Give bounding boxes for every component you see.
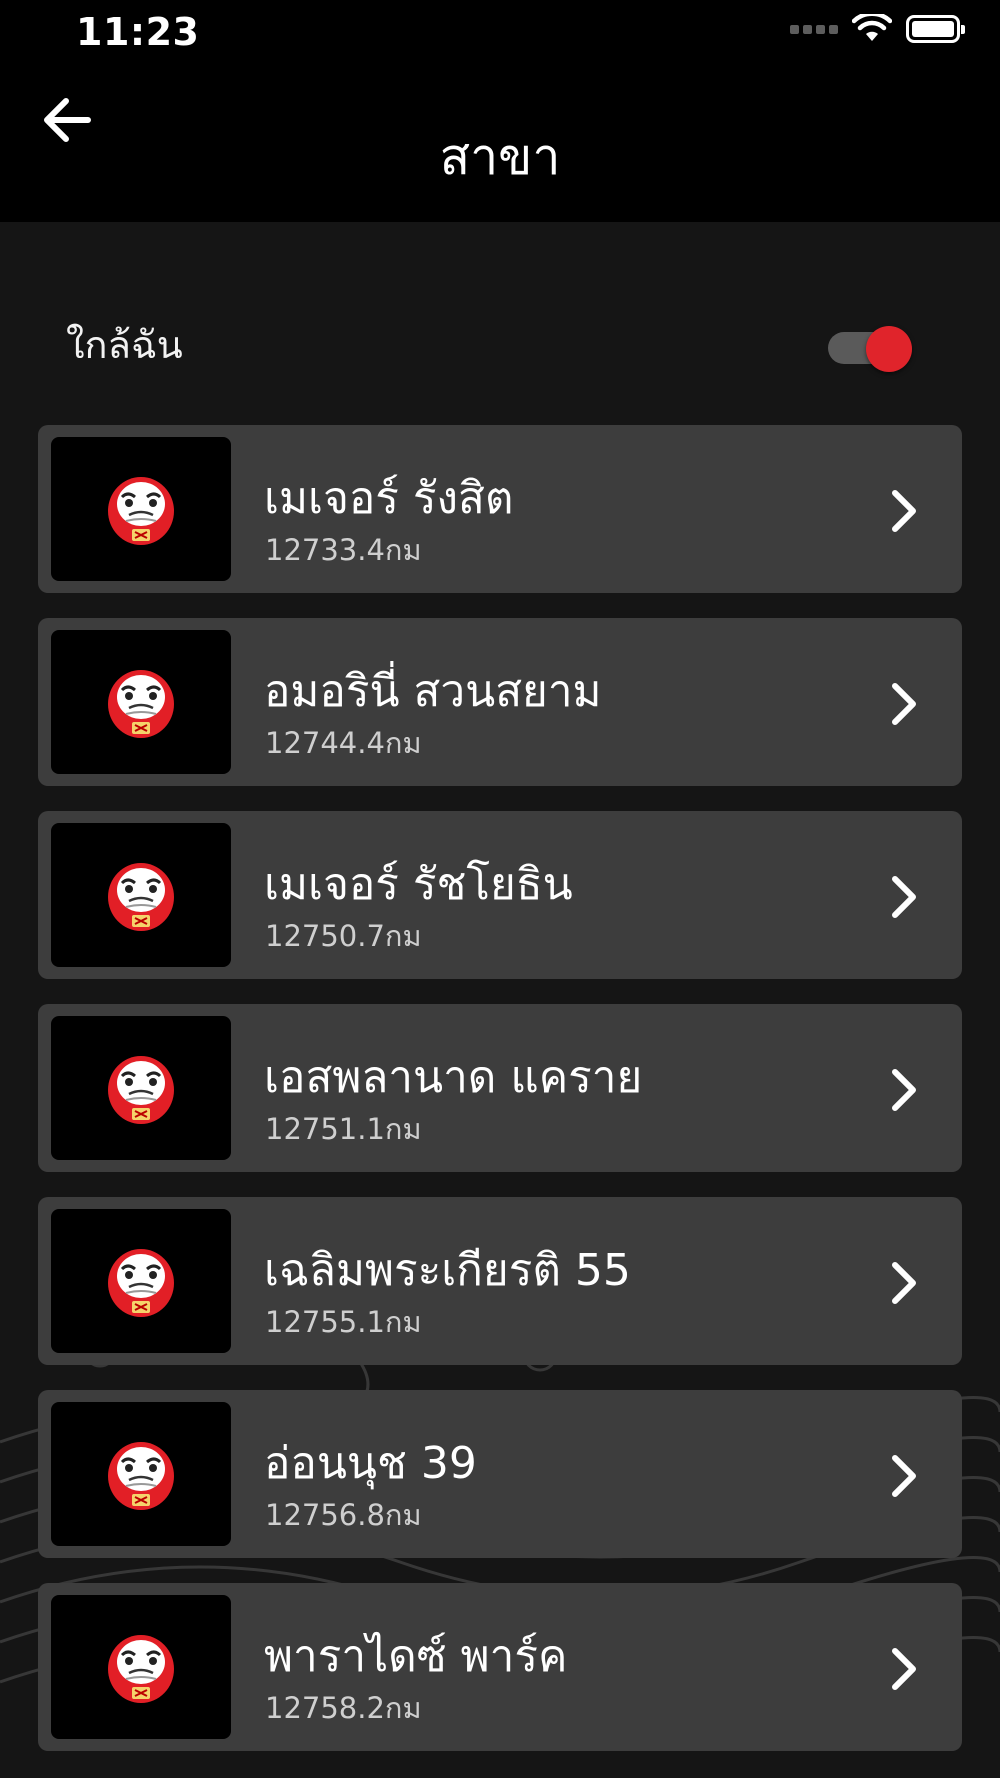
branch-thumbnail xyxy=(51,630,231,774)
chevron-right-icon xyxy=(892,876,916,918)
branch-list-item[interactable]: พาราไดซ์ พาร์ค 12758.2กม xyxy=(38,1583,962,1751)
branch-name: พาราไดซ์ พาร์ค xyxy=(264,1631,568,1682)
branch-name: เมเจอร์ รัชโยธิน xyxy=(264,859,573,910)
daruma-logo-icon xyxy=(108,863,174,931)
branch-list-item[interactable]: อ่อนนุช 39 12756.8กม xyxy=(38,1390,962,1558)
branch-thumbnail xyxy=(51,1595,231,1739)
branch-list-item[interactable]: เอสพลานาด แคราย 12751.1กม xyxy=(38,1004,962,1172)
near-me-row: ใกล้ฉัน xyxy=(0,292,1000,392)
chevron-right-icon xyxy=(892,490,916,532)
branch-name: เฉลิมพระเกียรติ 55 xyxy=(264,1245,631,1296)
daruma-logo-icon xyxy=(108,1056,174,1124)
near-me-label: ใกล้ฉัน xyxy=(66,323,183,367)
branch-list: เมเจอร์ รังสิต 12733.4กม อมอรินี่ สวนสยา… xyxy=(38,425,962,1776)
branch-thumbnail xyxy=(51,1402,231,1546)
chevron-right-icon xyxy=(892,683,916,725)
branch-list-item[interactable]: เมเจอร์ รังสิต 12733.4กม xyxy=(38,425,962,593)
branch-name: อ่อนนุช 39 xyxy=(264,1438,477,1489)
branch-distance: 12755.1กม xyxy=(265,1305,422,1339)
chevron-right-icon xyxy=(892,1455,916,1497)
daruma-logo-icon xyxy=(108,1635,174,1703)
daruma-logo-icon xyxy=(108,477,174,545)
chevron-right-icon xyxy=(892,1262,916,1304)
content-area[interactable]: ใกล้ฉัน เมเจอร์ รังสิต 12733.4กม อมอรินี… xyxy=(0,222,1000,1778)
status-bar: 11:23 xyxy=(0,0,1000,70)
daruma-logo-icon xyxy=(108,1249,174,1317)
status-time: 11:23 xyxy=(76,10,200,54)
chevron-right-icon xyxy=(892,1069,916,1111)
branch-name: เอสพลานาด แคราย xyxy=(264,1052,643,1103)
branch-thumbnail xyxy=(51,1016,231,1160)
daruma-logo-icon xyxy=(108,670,174,738)
daruma-logo-icon xyxy=(108,1442,174,1510)
branch-distance: 12750.7กม xyxy=(265,919,422,953)
branch-distance: 12756.8กม xyxy=(265,1498,422,1532)
branch-list-item[interactable]: เมเจอร์ รัชโยธิน 12750.7กม xyxy=(38,811,962,979)
branch-distance: 12758.2กม xyxy=(265,1691,422,1725)
branch-distance: 12744.4กม xyxy=(265,726,422,760)
branch-list-item[interactable]: อมอรินี่ สวนสยาม 12744.4กม xyxy=(38,618,962,786)
branch-name: เมเจอร์ รังสิต xyxy=(264,473,514,524)
battery-icon xyxy=(906,15,965,43)
chevron-right-icon xyxy=(892,1648,916,1690)
page-title: สาขา xyxy=(439,128,561,186)
branch-distance: 12733.4กม xyxy=(265,533,422,567)
branch-list-item[interactable]: เฉลิมพระเกียรติ 55 12755.1กม xyxy=(38,1197,962,1365)
status-indicators xyxy=(790,14,965,44)
branch-thumbnail xyxy=(51,823,231,967)
toggle-knob xyxy=(866,326,912,372)
app-bar: สาขา xyxy=(0,70,1000,222)
near-me-toggle[interactable] xyxy=(824,322,912,372)
wifi-icon xyxy=(852,14,892,41)
branch-thumbnail xyxy=(51,1209,231,1353)
branch-name: อมอรินี่ สวนสยาม xyxy=(264,666,602,717)
branch-distance: 12751.1กม xyxy=(265,1112,422,1146)
cellular-signal-icon xyxy=(790,24,838,34)
branch-thumbnail xyxy=(51,437,231,581)
